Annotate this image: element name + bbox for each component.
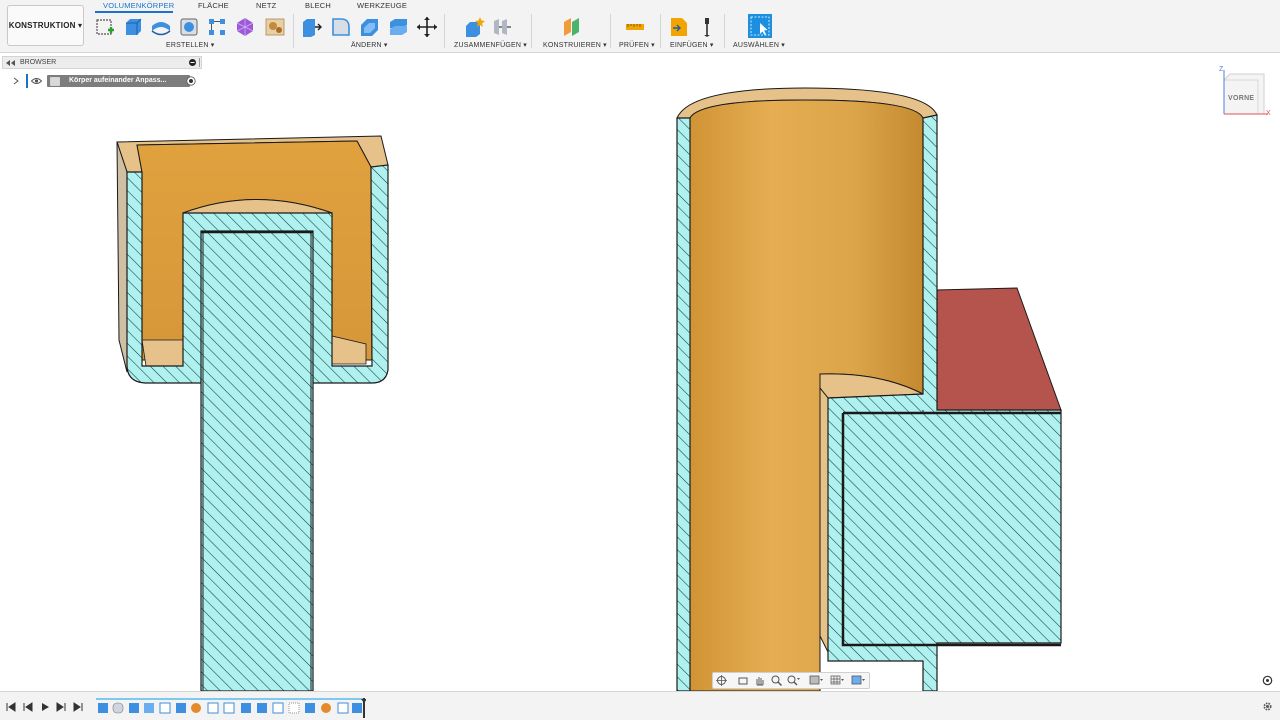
- workspace-switcher[interactable]: KONSTRUKTION ▾: [7, 5, 84, 46]
- assemble-menu[interactable]: ZUSAMMENFÜGEN ▾: [454, 41, 527, 49]
- timeline-first-icon[interactable]: [6, 702, 16, 712]
- orbit-icon[interactable]: [716, 675, 727, 686]
- measure-icon[interactable]: [624, 16, 646, 38]
- insert-svg-icon[interactable]: [668, 16, 690, 38]
- timeline-next-icon[interactable]: [56, 702, 66, 712]
- press-pull-icon[interactable]: [300, 16, 322, 38]
- toolbar: KONSTRUKTION ▾ VOLUMENKÖRPER FLÄCHE NETZ…: [0, 0, 1280, 53]
- toolbar-separator: [444, 14, 445, 48]
- fillet-icon[interactable]: [330, 16, 352, 38]
- timeline-play-icon[interactable]: [40, 702, 50, 712]
- right-section-part[interactable]: [676, 87, 1062, 691]
- tab-netz[interactable]: NETZ: [256, 1, 276, 10]
- display-settings-icon[interactable]: [809, 675, 824, 686]
- tab-werkzeuge[interactable]: WERKZEUGE: [357, 1, 407, 10]
- comment-icon[interactable]: [1262, 675, 1273, 686]
- axis-z-label: Z: [1219, 66, 1224, 73]
- new-component-icon[interactable]: [463, 16, 485, 38]
- inner-step-side: [819, 386, 829, 653]
- toolbar-separator: [660, 14, 661, 48]
- move-copy-icon[interactable]: [416, 16, 438, 38]
- timeline-track[interactable]: [96, 698, 366, 718]
- toolbar-separator: [531, 14, 532, 48]
- zoom-icon[interactable]: [771, 675, 782, 686]
- shell-icon[interactable]: [358, 16, 380, 38]
- cup-outer-side: [116, 141, 128, 373]
- fit-zoom-icon[interactable]: [787, 675, 800, 686]
- timeline-last-icon[interactable]: [73, 702, 83, 712]
- modify-menu[interactable]: ÄNDERN ▾: [351, 41, 388, 49]
- grid-settings-icon[interactable]: [830, 675, 845, 686]
- insert-mcmaster-icon[interactable]: [696, 16, 718, 38]
- axis-x-label: X: [1266, 110, 1271, 117]
- pan-hand-icon[interactable]: [754, 675, 765, 686]
- timeline-features: [98, 702, 362, 714]
- toolbar-separator: [293, 14, 294, 48]
- tab-blech[interactable]: BLECH: [305, 1, 331, 10]
- tab-volumenkoerper[interactable]: VOLUMENKÖRPER: [103, 1, 174, 10]
- active-tab-indicator: [95, 11, 173, 13]
- settings-gear-icon[interactable]: [1262, 701, 1273, 712]
- combine-icon[interactable]: [387, 16, 409, 38]
- timeline: [0, 691, 1280, 720]
- viewport-canvas[interactable]: [0, 53, 1280, 691]
- offset-plane-icon[interactable]: [561, 16, 583, 38]
- inspect-menu[interactable]: PRÜFEN ▾: [619, 41, 655, 49]
- select-menu[interactable]: AUSWÄHLEN ▾: [733, 41, 785, 49]
- insert-menu[interactable]: EINFÜGEN ▾: [670, 41, 714, 49]
- viewports-icon[interactable]: [851, 675, 866, 686]
- create-sketch-icon[interactable]: [94, 16, 116, 38]
- block-side-face: [935, 287, 1062, 411]
- cup-ledge-left: [141, 339, 184, 367]
- timeline-prev-icon[interactable]: [23, 702, 33, 712]
- left-section-part[interactable]: [116, 135, 389, 691]
- toolbar-separator: [610, 14, 611, 48]
- tab-flaeche[interactable]: FLÄCHE: [198, 1, 229, 10]
- pattern-icon[interactable]: [206, 16, 228, 38]
- construct-menu[interactable]: KONSTRUIEREN ▾: [543, 41, 607, 49]
- select-icon[interactable]: [748, 14, 772, 38]
- decal-icon[interactable]: [264, 16, 286, 38]
- viewcube[interactable]: [1216, 66, 1272, 122]
- fusion-app-window: KONSTRUKTION ▾ VOLUMENKÖRPER FLÄCHE NETZ…: [0, 0, 1280, 720]
- shaft-section-hatch: [200, 230, 314, 691]
- viewcube-face-front[interactable]: VORNE: [1228, 95, 1254, 102]
- create-menu[interactable]: ERSTELLEN ▾: [166, 41, 215, 49]
- create-form-icon[interactable]: [234, 16, 256, 38]
- revolve-icon[interactable]: [150, 16, 172, 38]
- look-at-icon[interactable]: [738, 676, 748, 686]
- joint-icon[interactable]: [492, 16, 514, 38]
- sweep-icon[interactable]: [178, 16, 200, 38]
- extrude-icon[interactable]: [122, 16, 144, 38]
- toolbar-separator: [724, 14, 725, 48]
- tube-left-wall: [676, 117, 691, 691]
- navigation-bar: [712, 672, 870, 689]
